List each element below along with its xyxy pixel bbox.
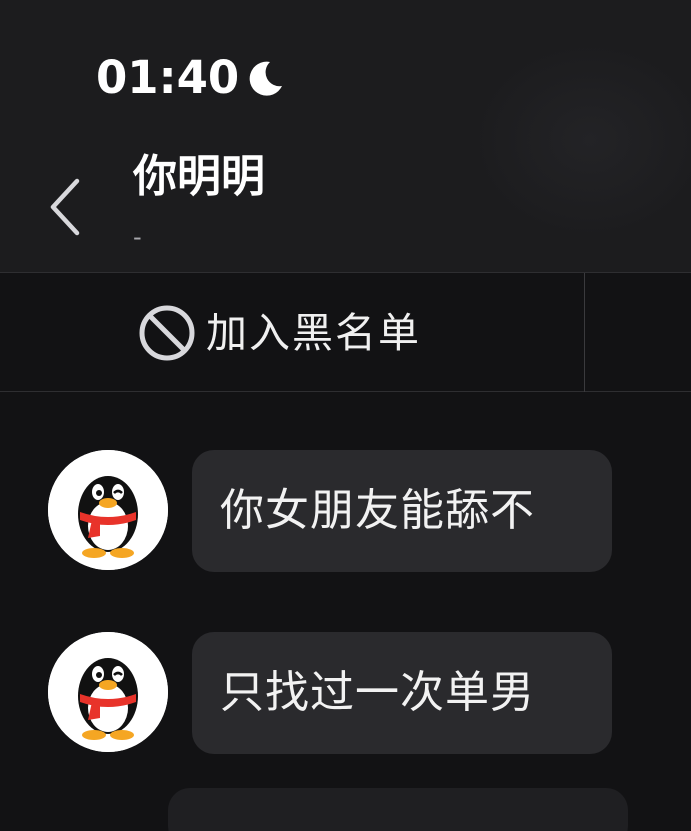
back-button[interactable] [40,172,90,242]
action-divider [584,273,585,392]
chevron-left-icon [50,178,80,236]
contact-name[interactable]: 你明明 [133,148,265,206]
message-text: 你女朋友能舔不 [220,485,535,536]
avatar[interactable] [48,450,168,570]
message-bubble[interactable]: 你女朋友能舔不 [192,450,612,572]
header-background-glow [470,40,691,240]
block-icon [139,305,195,361]
status-bar-time: 01:40 [96,51,240,104]
message-row: 你女朋友能舔不 [0,450,691,574]
message-text: 只找过一次单男 [220,667,535,718]
contact-status: - [133,223,142,251]
avatar[interactable] [48,632,168,752]
chat-header: 01:40 你明明 - [0,0,691,272]
action-bar: 加入黑名单 [0,272,691,392]
message-row: 只找过一次单男 [0,632,691,756]
message-bubble[interactable]: 只找过一次单男 [192,632,612,754]
qq-penguin-avatar-icon [48,450,168,570]
moon-icon [249,61,282,96]
blacklist-label: 加入黑名单 [206,309,421,357]
add-to-blacklist-button[interactable]: 加入黑名单 [130,297,429,369]
partial-message-bubble[interactable] [168,788,628,831]
qq-penguin-avatar-icon [48,632,168,752]
message-list: 你女朋友能舔不 只找过一次单男 [0,392,691,831]
